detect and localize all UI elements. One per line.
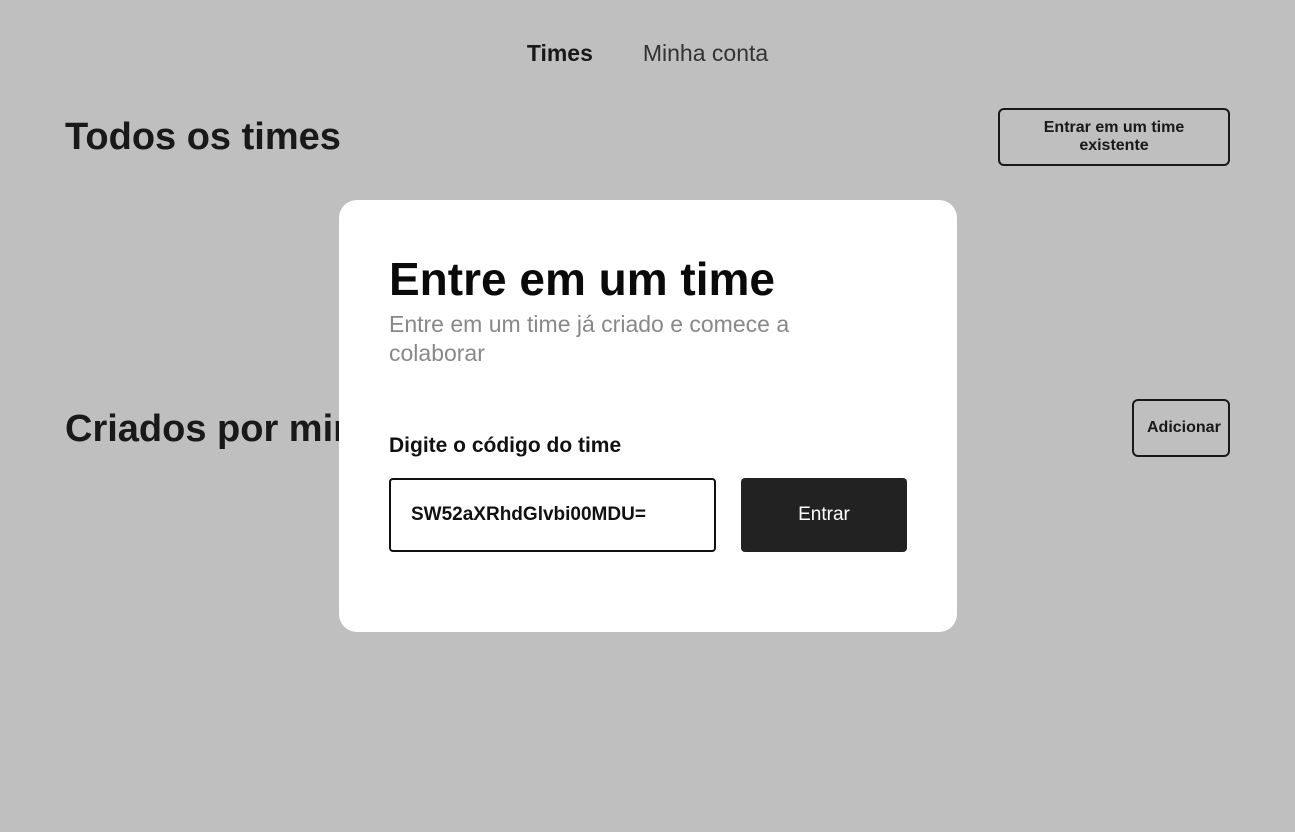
join-team-modal: Entre em um time Entre em um time já cri… (339, 200, 957, 632)
team-code-label: Digite o código do time (389, 434, 622, 457)
team-code-input[interactable] (389, 478, 716, 552)
modal-title: Entre em um time (389, 253, 775, 305)
team-code-row: Entrar (389, 478, 907, 552)
join-team-submit-button[interactable]: Entrar (741, 478, 907, 552)
modal-subtitle: Entre em um time já criado e comece a co… (389, 311, 790, 366)
